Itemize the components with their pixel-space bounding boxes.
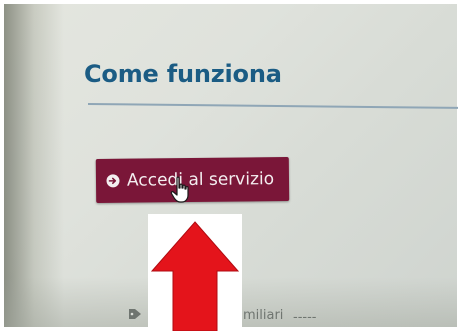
section-title: Come funziona xyxy=(84,60,282,88)
footer-text-a: miliari xyxy=(243,308,284,323)
annotation-panel xyxy=(148,214,242,331)
footer-text-b: ----- xyxy=(293,310,317,325)
tag-icon xyxy=(128,308,142,324)
red-up-arrow-icon xyxy=(150,221,240,331)
hand-pointer-icon xyxy=(170,176,192,204)
access-service-button[interactable]: Accedi al servizio xyxy=(95,156,290,204)
arrow-circle-right-icon xyxy=(106,174,120,188)
footer-fragment: miliari ----- xyxy=(128,308,316,325)
access-service-button-label: Accedi al servizio xyxy=(126,169,275,191)
